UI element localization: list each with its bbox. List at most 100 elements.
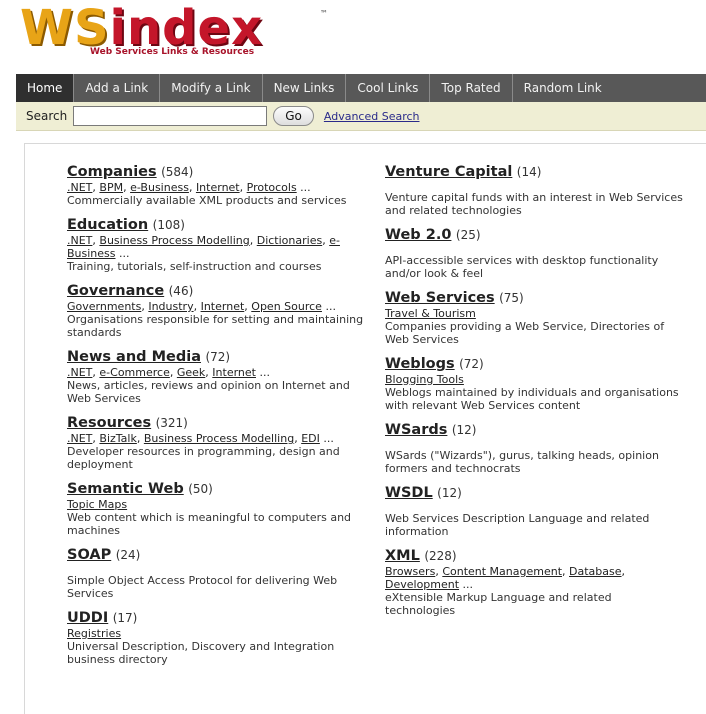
category-title-link[interactable]: Web 2.0 bbox=[385, 227, 451, 243]
go-button[interactable]: Go bbox=[273, 106, 314, 126]
category-venture-capital: Venture Capital (14) Venture capital fund… bbox=[385, 164, 685, 217]
category-title-link[interactable]: Companies bbox=[67, 164, 157, 180]
subcategory-link[interactable]: Dictionaries bbox=[257, 234, 322, 247]
category-title-link[interactable]: Resources bbox=[67, 415, 151, 431]
subcategory-link[interactable]: Database bbox=[569, 565, 622, 578]
category-heading: Venture Capital (14) bbox=[385, 164, 685, 181]
wsindex-logo[interactable]: WSindex ™ Web Services Links & Resources bbox=[20, 3, 340, 59]
subcategory-link[interactable]: .NET bbox=[67, 181, 92, 194]
subcategory-link[interactable]: BizTalk bbox=[99, 432, 136, 445]
subcategory-link[interactable]: Business Process Modelling bbox=[144, 432, 294, 445]
category-description: News, articles, reviews and opinion on I… bbox=[67, 379, 350, 405]
category-title-link[interactable]: Weblogs bbox=[385, 356, 455, 372]
subcategory-link[interactable]: BPM bbox=[99, 181, 123, 194]
nav-item-random-link[interactable]: Random Link bbox=[513, 74, 613, 102]
category-title-link[interactable]: WSDL bbox=[385, 485, 433, 501]
subcategory-link[interactable]: Internet bbox=[212, 366, 256, 379]
subcategory-link[interactable]: Browsers bbox=[385, 565, 435, 578]
advanced-search-link[interactable]: Advanced Search bbox=[324, 110, 420, 123]
category-title-link[interactable]: UDDI bbox=[67, 610, 108, 626]
trademark-symbol: ™ bbox=[320, 9, 328, 18]
subcategory-link[interactable]: Business Process Modelling bbox=[99, 234, 249, 247]
nav-item-new-links[interactable]: New Links bbox=[263, 74, 347, 102]
category-column-right: Venture Capital (14) Venture capital fund… bbox=[385, 164, 685, 627]
nav-item-cool-links[interactable]: Cool Links bbox=[346, 74, 431, 102]
category-description: Commercially available XML products and … bbox=[67, 194, 347, 207]
subcategory-link[interactable]: .NET bbox=[67, 234, 92, 247]
category-title-link[interactable]: News and Media bbox=[67, 349, 201, 365]
subcategory-link[interactable]: Content Management bbox=[442, 565, 562, 578]
category-heading: XML (228) bbox=[385, 548, 685, 565]
category-title-link[interactable]: Web Services bbox=[385, 290, 495, 306]
category-description: Weblogs maintained by individuals and or… bbox=[385, 386, 679, 412]
category-web-2-0: Web 2.0 (25) API-accessible services with… bbox=[385, 227, 685, 280]
subcategory-link[interactable]: Internet bbox=[196, 181, 240, 194]
subcategory-link[interactable]: Protocols bbox=[247, 181, 297, 194]
category-description: Developer resources in programming, desi… bbox=[67, 445, 340, 471]
nav-item-modify-a-link[interactable]: Modify a Link bbox=[160, 74, 263, 102]
search-input[interactable] bbox=[73, 106, 268, 126]
search-bar: Search Go Advanced Search bbox=[16, 102, 706, 131]
category-title-link[interactable]: Governance bbox=[67, 283, 164, 299]
category-title-link[interactable]: SOAP bbox=[67, 547, 111, 563]
nav-item-home[interactable]: Home bbox=[16, 74, 75, 102]
subcategory-list: Travel & Tourism bbox=[385, 307, 685, 320]
more-ellipsis: ... bbox=[459, 578, 474, 591]
subcategory-link[interactable]: Registries bbox=[67, 627, 121, 640]
category-count: (584) bbox=[161, 165, 194, 179]
subcategory-list: .NET, Business Process Modelling, Dictio… bbox=[67, 234, 340, 260]
category-count: (17) bbox=[112, 611, 138, 625]
category-column-left: Companies (584) .NET, BPM, e-Business, In… bbox=[67, 164, 367, 676]
more-ellipsis: ... bbox=[319, 432, 334, 445]
category-count: (12) bbox=[451, 423, 477, 437]
subcategory-link[interactable]: EDI bbox=[301, 432, 320, 445]
category-count: (14) bbox=[516, 165, 542, 179]
category-description: Organisations responsible for setting an… bbox=[67, 313, 364, 339]
search-label: Search bbox=[26, 109, 68, 123]
logo-tagline: Web Services Links & Resources bbox=[90, 47, 255, 57]
category-count: (12) bbox=[437, 486, 462, 500]
nav-item-top-rated[interactable]: Top Rated bbox=[430, 74, 513, 102]
subcategory-list: Governments, Industry, Internet, Open So… bbox=[67, 300, 336, 313]
category-title-link[interactable]: WSards bbox=[385, 422, 447, 438]
category-news-and-media: News and Media (72) .NET, e-Commerce, Gee… bbox=[67, 349, 367, 405]
subcategory-link[interactable]: Travel & Tourism bbox=[385, 307, 476, 320]
category-wsards: WSards (12) WSards ("Wizards"), gurus, ta… bbox=[385, 422, 685, 475]
category-description: Companies providing a Web Service, Direc… bbox=[385, 320, 665, 346]
category-web-services: Web Services (75) Travel & Tourism Compani… bbox=[385, 290, 685, 346]
category-title-link[interactable]: XML bbox=[385, 548, 420, 564]
nav-item-add-a-link[interactable]: Add a Link bbox=[74, 74, 161, 102]
category-title-link[interactable]: Semantic Web bbox=[67, 481, 184, 497]
category-title-link[interactable]: Venture Capital bbox=[385, 164, 512, 180]
category-description: API-accessible services with desktop fun… bbox=[385, 254, 659, 280]
category-count: (46) bbox=[168, 284, 194, 298]
logo-wordmark: WSindex bbox=[20, 0, 264, 56]
subcategory-link[interactable]: Development bbox=[385, 578, 459, 591]
subcategory-link[interactable]: Industry bbox=[148, 300, 193, 313]
subcategory-list: .NET, e-Commerce, Geek, Internet ... bbox=[67, 366, 270, 379]
subcategory-list: Registries bbox=[67, 627, 367, 640]
category-count: (24) bbox=[115, 548, 141, 562]
more-ellipsis: ... bbox=[321, 300, 336, 313]
subcategory-link[interactable]: Blogging Tools bbox=[385, 373, 464, 386]
category-soap: SOAP (24) Simple Object Access Protocol f… bbox=[67, 547, 367, 600]
subcategory-link[interactable]: .NET bbox=[67, 366, 92, 379]
more-ellipsis: ... bbox=[296, 181, 311, 194]
category-heading: News and Media (72) bbox=[67, 349, 367, 366]
subcategory-link[interactable]: e-Commerce bbox=[99, 366, 169, 379]
category-count: (228) bbox=[424, 549, 457, 563]
subcategory-link[interactable]: Topic Maps bbox=[67, 498, 127, 511]
subcategory-link[interactable]: Internet bbox=[201, 300, 245, 313]
subcategory-link[interactable]: Governments bbox=[67, 300, 141, 313]
subcategory-link[interactable]: Geek bbox=[177, 366, 205, 379]
subcategory-link[interactable]: Open Source bbox=[251, 300, 322, 313]
subcategory-link[interactable]: .NET bbox=[67, 432, 92, 445]
category-description: Training, tutorials, self-instruction an… bbox=[67, 260, 322, 273]
category-uddi: UDDI (17) Registries Universal Description… bbox=[67, 610, 367, 666]
category-count: (50) bbox=[188, 482, 213, 496]
subcategory-link[interactable]: e-Business bbox=[130, 181, 189, 194]
category-title-link[interactable]: Education bbox=[67, 217, 148, 233]
